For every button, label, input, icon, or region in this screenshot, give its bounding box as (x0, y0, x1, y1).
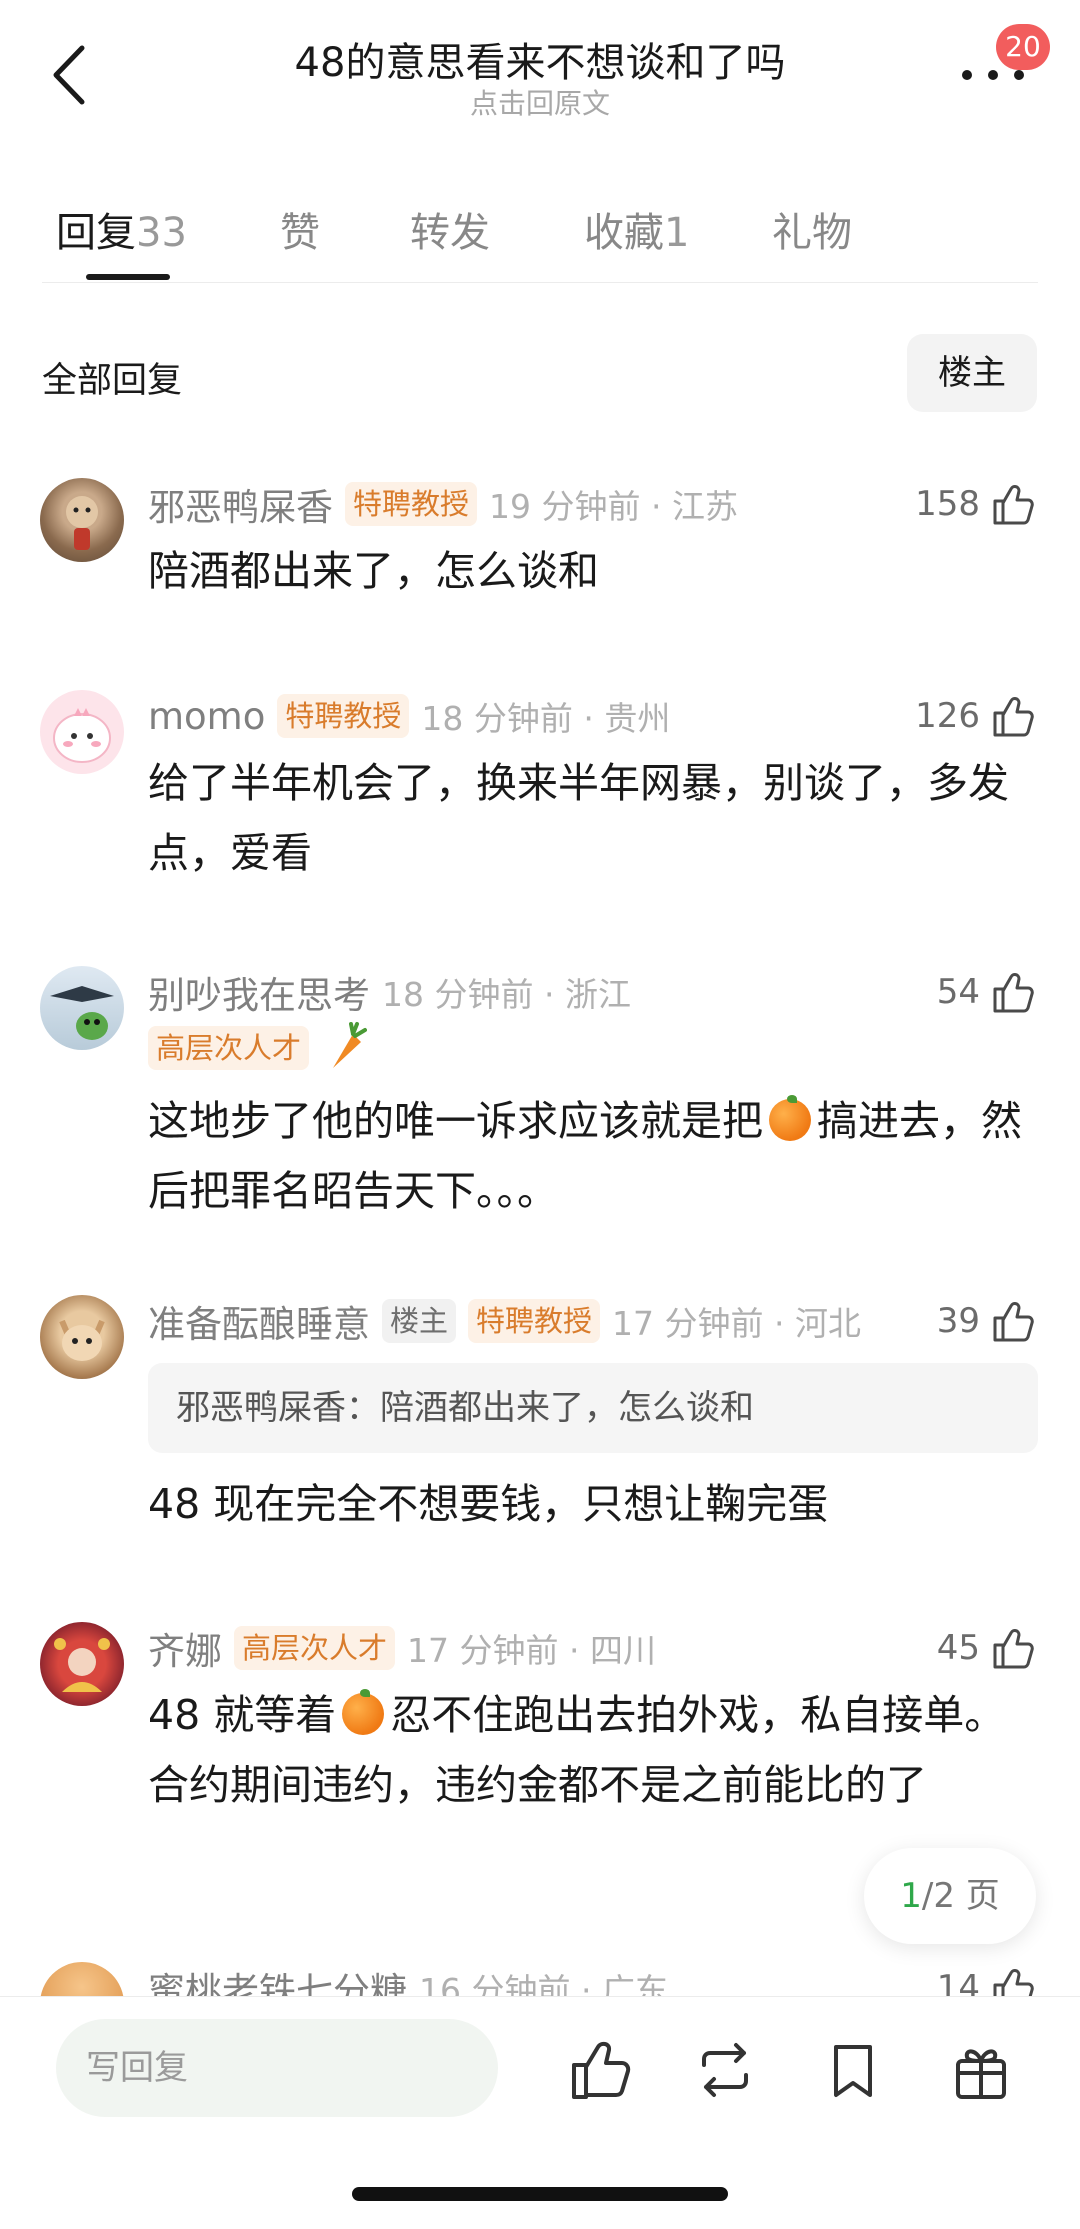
user-title-tag: 高层次人才 (148, 1026, 310, 1070)
home-indicator (352, 2187, 728, 2201)
header: 48的意思看来不想谈和了吗 点击回原文 20 (0, 0, 1080, 140)
tab-label: 赞 (280, 210, 320, 256)
carrot-icon (319, 1020, 368, 1076)
like-count: 126 (915, 696, 980, 736)
tab-count: 33 (136, 210, 187, 256)
comment-meta: 蜜桃老铁七分糖 16 分钟前 · 广东 (148, 1962, 668, 1996)
user-title-tag: 特聘教授 (277, 694, 410, 738)
comment-item: 蜜桃老铁七分糖 16 分钟前 · 广东 14 (0, 1958, 1080, 1996)
op-only-filter-button[interactable]: 楼主 (907, 334, 1037, 412)
tab-reposts[interactable]: 转发 (410, 200, 490, 258)
tab-likes[interactable]: 赞 (280, 200, 320, 258)
thumbs-up-icon (993, 1629, 1034, 1669)
comment-meta-row2: 高层次人才 (148, 1020, 368, 1076)
user-title-tag: 高层次人才 (234, 1626, 396, 1670)
like-count: 45 (936, 1628, 980, 1668)
page-total: /2 页 (921, 1876, 1000, 1916)
username[interactable]: momo (148, 695, 265, 738)
username[interactable]: 齐娜 (148, 1621, 222, 1675)
like-post-icon[interactable] (564, 2035, 634, 2105)
tab-label: 收藏 (584, 210, 664, 256)
comment-meta: 别吵我在思考 18 分钟前 · 浙江 (148, 966, 631, 1018)
comment-time-location: 18 分钟前 · 浙江 (382, 975, 631, 1014)
comment-meta: 准备酝酿睡意 楼主 特聘教授 17 分钟前 · 河北 (148, 1295, 861, 1347)
tab-label: 转发 (410, 210, 490, 256)
divider (42, 282, 1038, 283)
comment-time-location: 17 分钟前 · 河北 (612, 1304, 861, 1343)
thumbs-up-icon (993, 485, 1034, 525)
quoted-reply[interactable]: 邪恶鸭屎香：陪酒都出来了，怎么谈和 (148, 1363, 1038, 1453)
tab-label: 礼物 (772, 210, 852, 256)
tab-replies[interactable]: 回复33 (56, 200, 187, 258)
gift-icon[interactable] (946, 2035, 1016, 2105)
comment-text: 48 就等着 忍不住跑出去拍外戏，私自接单。合约期间违约，违约金都不是之前能比的了 (148, 1680, 1038, 1820)
avatar[interactable] (40, 1962, 124, 1996)
comment-time-location: 17 分钟前 · 四川 (407, 1631, 656, 1670)
all-replies-label: 全部回复 (42, 361, 183, 401)
avatar[interactable] (40, 966, 124, 1050)
avatar[interactable] (40, 1622, 124, 1706)
page-title[interactable]: 48的意思看来不想谈和了吗 (0, 30, 1080, 88)
like-button[interactable]: 158 (915, 478, 1036, 530)
comment-time-location: 16 分钟前 · 广东 (419, 1971, 668, 1996)
back-to-original-link[interactable]: 点击回原文 (0, 82, 1080, 122)
like-count: 54 (936, 972, 980, 1012)
like-count: 14 (936, 1968, 980, 1996)
tab-gifts[interactable]: 礼物 (772, 200, 852, 258)
avatar[interactable] (40, 478, 124, 562)
bottom-action-bar: 写回复 (0, 1996, 1080, 2229)
user-title-tag: 特聘教授 (345, 482, 478, 526)
like-button[interactable]: 39 (937, 1295, 1036, 1347)
avatar[interactable] (40, 690, 124, 774)
user-title-tag: 特聘教授 (468, 1299, 601, 1343)
comment-meta: 邪恶鸭屎香 特聘教授 19 分钟前 · 江苏 (148, 478, 738, 530)
bookmark-icon[interactable] (818, 2035, 888, 2105)
comment-text: 给了半年机会了，换来半年网暴，别谈了，多发点，爱看 (148, 759, 1009, 877)
notification-badge: 20 (996, 24, 1050, 70)
username[interactable]: 蜜桃老铁七分糖 (148, 1961, 407, 1996)
like-button[interactable]: 45 (937, 1622, 1036, 1674)
like-button[interactable]: 126 (915, 690, 1036, 742)
comment-time-location: 19 分钟前 · 江苏 (489, 487, 738, 526)
tab-bar: 回复33 赞 转发 收藏1 礼物 (42, 190, 1042, 280)
thumbs-up-icon (993, 973, 1034, 1013)
comment-text: 这地步了他的唯一诉求应该就是把 搞进去，然后把罪名昭告天下。。。 (148, 1086, 1038, 1226)
op-tag: 楼主 (382, 1299, 457, 1343)
orange-emoji-icon (342, 1689, 385, 1735)
like-button[interactable]: 54 (937, 966, 1036, 1018)
comment-text-part: 这地步了他的唯一诉求应该就是把 (148, 1097, 763, 1145)
avatar[interactable] (40, 1295, 124, 1379)
like-count: 39 (936, 1301, 980, 1341)
comment-meta: 齐娜 高层次人才 17 分钟前 · 四川 (148, 1622, 656, 1674)
reply-input[interactable]: 写回复 (56, 2019, 498, 2117)
username[interactable]: 邪恶鸭屎香 (148, 477, 333, 531)
current-page: 1 (900, 1876, 922, 1916)
thumbs-up-icon (993, 1302, 1034, 1342)
comment-meta: momo 特聘教授 18 分钟前 · 贵州 (148, 690, 670, 742)
comment-text: 陪酒都出来了，怎么谈和 (148, 547, 599, 595)
comment-text: 48 现在完全不想要钱，只想让鞠完蛋 (148, 1480, 829, 1528)
repost-icon[interactable] (690, 2035, 760, 2105)
thumbs-up-icon (993, 1969, 1034, 1996)
active-tab-indicator (86, 274, 170, 280)
thumbs-up-icon (993, 697, 1034, 737)
comment-time-location: 18 分钟前 · 贵州 (421, 699, 671, 738)
username[interactable]: 准备酝酿睡意 (148, 1294, 370, 1348)
pagination-indicator[interactable]: 1/2 页 (864, 1848, 1036, 1944)
like-count: 158 (915, 484, 980, 524)
username[interactable]: 别吵我在思考 (148, 965, 370, 1019)
tab-count: 1 (664, 210, 690, 256)
like-button[interactable]: 14 (937, 1962, 1036, 1996)
comment-text-part: 48 就等着 (148, 1691, 337, 1739)
tab-favorites[interactable]: 收藏1 (584, 200, 689, 258)
tab-label: 回复 (56, 210, 136, 256)
orange-emoji-icon (769, 1095, 811, 1141)
